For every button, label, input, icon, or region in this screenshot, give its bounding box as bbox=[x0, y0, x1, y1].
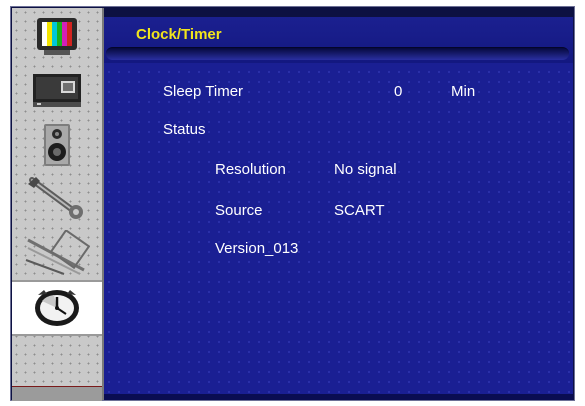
sidebar-item-setup[interactable] bbox=[12, 172, 102, 225]
monitor-screen-icon bbox=[33, 73, 81, 107]
tv-picture-icon bbox=[37, 17, 77, 55]
sleep-timer-value[interactable]: 0 bbox=[394, 83, 402, 100]
resolution-label: Resolution bbox=[215, 161, 286, 178]
sidebar-footer-strip bbox=[12, 386, 102, 401]
sleep-timer-label[interactable]: Sleep Timer bbox=[163, 83, 243, 100]
osd-screen: Clock/Timer Sleep Timer 0 Min Status Res… bbox=[0, 0, 585, 406]
version-text: Version_013 bbox=[215, 240, 299, 257]
source-label: Source bbox=[215, 202, 263, 219]
sidebar-item-feature[interactable] bbox=[12, 226, 102, 279]
tools-feature-icon bbox=[25, 229, 90, 275]
wrench-setup-icon bbox=[28, 176, 83, 219]
title-bar: Clock/Timer bbox=[104, 17, 573, 63]
source-value: SCART bbox=[334, 202, 385, 219]
menu-title: Clock/Timer bbox=[136, 26, 222, 43]
status-label: Status bbox=[163, 121, 206, 138]
sleep-timer-unit: Min bbox=[451, 83, 476, 100]
sidebar-item-sound[interactable] bbox=[12, 118, 102, 171]
menu-panel: Clock/Timer Sleep Timer 0 Min Status Res… bbox=[104, 17, 573, 398]
sidebar-item-picture[interactable] bbox=[12, 10, 102, 63]
panel-bottom-bar bbox=[104, 394, 573, 400]
resolution-value: No signal bbox=[334, 161, 397, 178]
sidebar-item-clock-timer[interactable] bbox=[12, 280, 102, 336]
menu-sidebar bbox=[12, 8, 104, 401]
speaker-sound-icon bbox=[44, 123, 70, 166]
clock-timer-icon bbox=[35, 290, 79, 326]
sidebar-item-screen[interactable] bbox=[12, 64, 102, 117]
title-divider bbox=[106, 47, 569, 60]
